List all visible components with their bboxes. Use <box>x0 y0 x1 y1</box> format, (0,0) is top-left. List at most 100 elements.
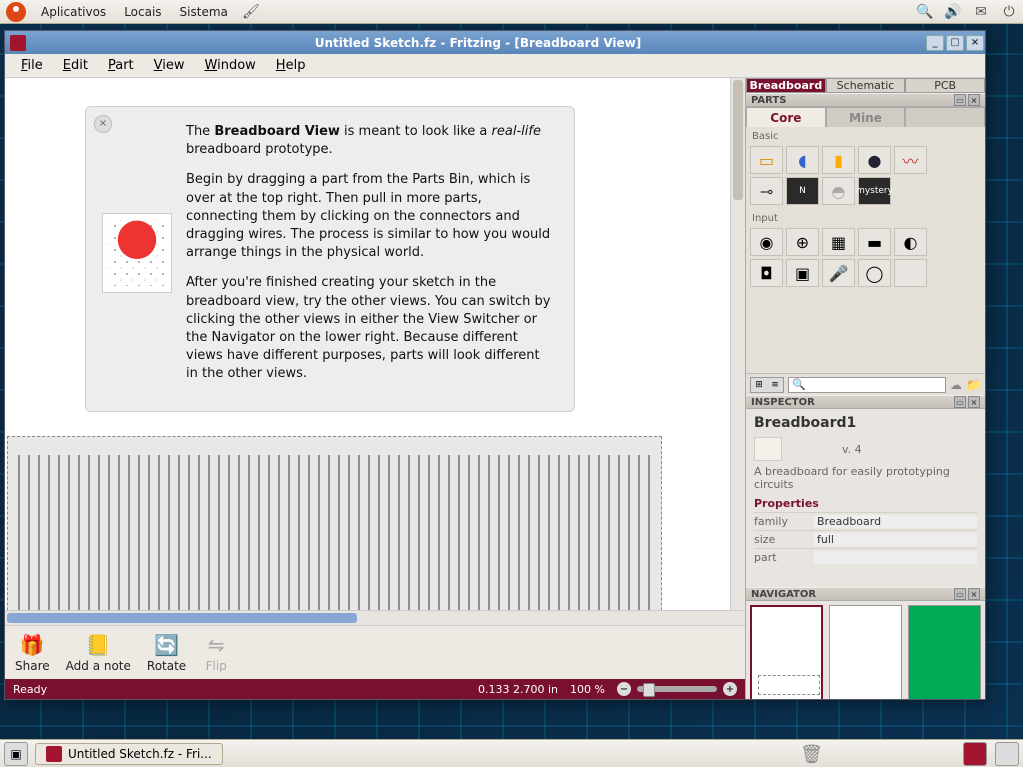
canvas-scrollbar-horizontal[interactable] <box>5 610 745 625</box>
mail-icon[interactable]: ✉ <box>971 2 991 22</box>
trash-icon[interactable]: 🗑 <box>800 744 823 765</box>
menu-file[interactable]: File <box>11 55 53 76</box>
nav-thumb-schematic[interactable]: Schematic <box>829 605 902 699</box>
inspector-undock-icon[interactable]: ▭ <box>954 396 966 408</box>
rotate-button[interactable]: 🔄Rotate <box>147 632 186 673</box>
parts-search-input[interactable]: 🔍 <box>788 377 946 393</box>
parts-tab-mine[interactable]: Mine <box>826 107 906 127</box>
add-note-button[interactable]: 📒Add a note <box>66 632 131 673</box>
workspace-switcher[interactable] <box>963 742 987 766</box>
part-slider[interactable]: ▬ <box>858 228 891 256</box>
taskbar-fritzing[interactable]: Untitled Sketch.fz - Fri... <box>35 743 223 765</box>
part-led[interactable]: ◓ <box>822 177 855 205</box>
zoom-out-button[interactable]: − <box>617 682 631 696</box>
menu-sistema[interactable]: Sistema <box>171 5 237 19</box>
parts-section-basic: Basic <box>750 129 981 144</box>
part-mystery[interactable]: mystery <box>858 177 891 205</box>
status-ready: Ready <box>13 683 47 696</box>
zoom-slider[interactable] <box>637 686 717 692</box>
breadboard-canvas[interactable]: × The Breadboard View is meant to look l… <box>5 78 745 610</box>
status-coords: 0.133 2.700 in <box>478 683 558 696</box>
parts-folder-icon[interactable]: 📁 <box>966 378 981 392</box>
part-cap-ceramic[interactable]: ◖ <box>786 146 819 174</box>
tab-pcb[interactable]: PCB <box>905 78 985 93</box>
rotate-icon: 🔄 <box>153 632 181 658</box>
inspector-close-icon[interactable]: × <box>968 396 980 408</box>
part-cap-tantalum[interactable]: ▮ <box>822 146 855 174</box>
power-icon[interactable]: ⏻ <box>999 2 1019 22</box>
help-paragraph-2: Begin by dragging a part from the Parts … <box>186 171 552 262</box>
tab-schematic[interactable]: Schematic <box>826 78 906 93</box>
menu-aplicativos[interactable]: Aplicativos <box>32 5 115 19</box>
help-paragraph-3: After you're finished creating your sket… <box>186 274 552 383</box>
part-relay[interactable]: ▣ <box>786 259 819 287</box>
titlebar[interactable]: Untitled Sketch.fz - Fritzing - [Breadbo… <box>5 31 985 54</box>
part-transistor[interactable]: N <box>786 177 819 205</box>
prop-size[interactable]: sizefull <box>754 530 977 548</box>
help-close-icon[interactable]: × <box>94 115 112 133</box>
part-button[interactable]: ◘ <box>750 259 783 287</box>
minimize-button[interactable]: _ <box>926 35 944 51</box>
navigator-undock-icon[interactable]: ▭ <box>954 588 966 600</box>
inspector-description: A breadboard for easily prototyping circ… <box>754 465 977 491</box>
prop-family: familyBreadboard <box>754 512 977 530</box>
fritzing-app-icon <box>10 35 26 51</box>
close-button[interactable]: × <box>966 35 984 51</box>
parts-panel-header[interactable]: PARTS ▭ × <box>746 93 985 107</box>
menu-part[interactable]: Part <box>98 55 144 76</box>
panel-close-icon[interactable]: × <box>968 94 980 106</box>
search-icon: 🔍 <box>789 378 809 391</box>
nav-thumb-pcb[interactable]: PCB <box>908 605 981 699</box>
volume-icon[interactable]: 🔊 <box>943 2 963 22</box>
help-card: × The Breadboard View is meant to look l… <box>85 106 575 412</box>
inspector-part-name: Breadboard1 <box>754 415 977 431</box>
part-blank[interactable] <box>894 259 927 287</box>
panel-undock-icon[interactable]: ▭ <box>954 94 966 106</box>
navigator-panel-header[interactable]: NAVIGATOR ▭ × <box>746 587 985 601</box>
inspector-thumbnail <box>754 437 782 461</box>
workspace-2[interactable] <box>995 742 1019 766</box>
inspector-panel-header[interactable]: INSPECTOR ▭ × <box>746 395 985 409</box>
window-title: Untitled Sketch.fz - Fritzing - [Breadbo… <box>31 36 925 50</box>
view-switcher: Breadboard Schematic PCB <box>746 78 985 93</box>
paintbrush-icon[interactable]: 🖌 <box>241 2 261 22</box>
inspector-properties-header: Properties <box>754 497 977 510</box>
share-button[interactable]: 🎁Share <box>15 632 50 673</box>
part-speaker[interactable]: ◯ <box>858 259 891 287</box>
part-switch[interactable]: ▦ <box>822 228 855 256</box>
menu-edit[interactable]: Edit <box>53 55 98 76</box>
parts-tab-more[interactable] <box>905 107 985 127</box>
part-encoder[interactable]: ◉ <box>750 228 783 256</box>
search-tray-icon[interactable]: 🔍 <box>915 2 935 22</box>
show-desktop-button[interactable]: ▣ <box>4 742 28 766</box>
part-joystick[interactable]: ⊕ <box>786 228 819 256</box>
menu-window[interactable]: Window <box>195 55 266 76</box>
parts-view-toggle[interactable]: ⊞≡ <box>750 377 784 393</box>
bottom-toolbar: 🎁Share 📒Add a note 🔄Rotate ⇋Flip <box>5 625 745 679</box>
part-resistor[interactable]: ▭ <box>750 146 783 174</box>
gift-icon: 🎁 <box>18 632 46 658</box>
part-potentiometer[interactable]: ◐ <box>894 228 927 256</box>
menu-view[interactable]: View <box>144 55 195 76</box>
part-cap-electrolytic[interactable]: ● <box>858 146 891 174</box>
menu-help[interactable]: Help <box>266 55 316 76</box>
canvas-scrollbar-vertical[interactable] <box>730 78 745 610</box>
nav-thumb-breadboard[interactable]: Breadboard <box>750 605 823 699</box>
menu-locais[interactable]: Locais <box>115 5 170 19</box>
part-diode[interactable]: ⊸ <box>750 177 783 205</box>
help-thumbnail <box>102 213 172 293</box>
zoom-in-button[interactable]: + <box>723 682 737 696</box>
status-zoom: 100 % <box>570 683 605 696</box>
navigator-close-icon[interactable]: × <box>968 588 980 600</box>
part-mic[interactable]: 🎤 <box>822 259 855 287</box>
part-inductor[interactable]: 〰 <box>894 146 927 174</box>
menubar: File Edit Part View Window Help <box>5 54 985 78</box>
parts-tab-core[interactable]: Core <box>746 107 826 127</box>
flip-button[interactable]: ⇋Flip <box>202 632 230 673</box>
parts-import-icon[interactable]: ☁ <box>950 378 962 392</box>
note-icon: 📒 <box>84 632 112 658</box>
ubuntu-logo-icon[interactable] <box>6 2 26 22</box>
breadboard-part[interactable] <box>7 436 662 610</box>
tab-breadboard[interactable]: Breadboard <box>746 78 826 93</box>
maximize-button[interactable]: ▢ <box>946 35 964 51</box>
